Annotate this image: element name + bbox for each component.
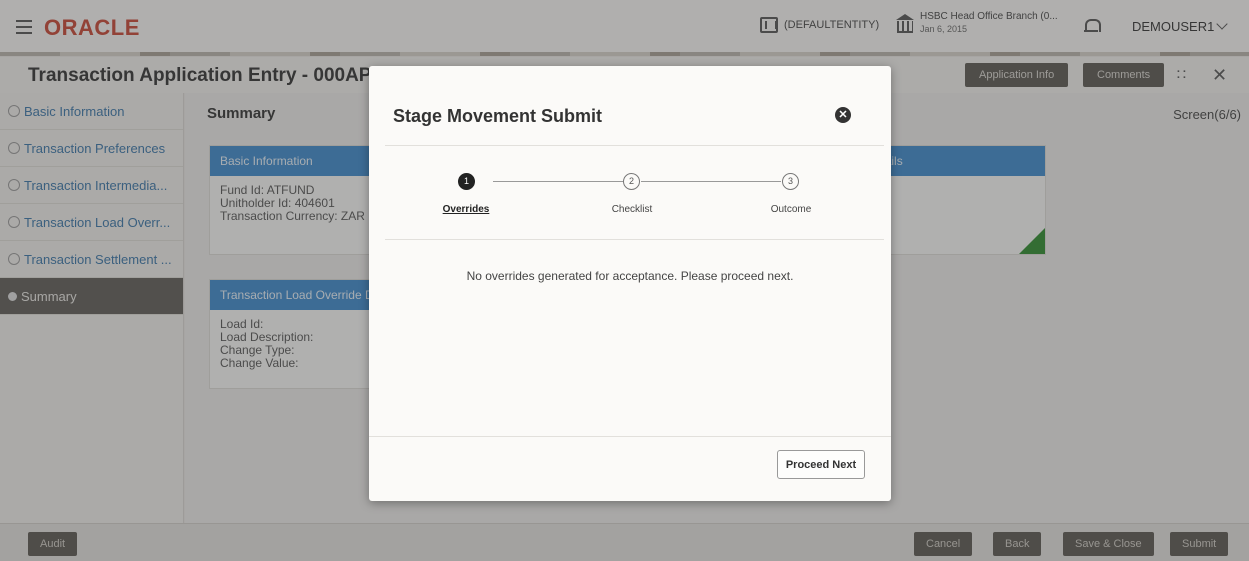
- stepper: 1 2 3 Overrides Checklist Outcome: [385, 145, 884, 240]
- modal-message: No overrides generated for acceptance. P…: [466, 269, 794, 283]
- modal-title: Stage Movement Submit: [393, 106, 603, 126]
- step-1-indicator[interactable]: 1: [458, 173, 475, 190]
- step-connector: [641, 181, 781, 182]
- step-label-overrides[interactable]: Overrides: [426, 204, 506, 215]
- step-3-indicator[interactable]: 3: [782, 173, 799, 190]
- modal-divider: [369, 436, 891, 437]
- step-label-checklist[interactable]: Checklist: [592, 204, 672, 215]
- close-circle-icon[interactable]: ✕: [835, 107, 851, 123]
- step-connector: [493, 181, 623, 182]
- step-2-indicator[interactable]: 2: [623, 173, 640, 190]
- stage-movement-modal: Stage Movement Submit ✕ 1 2 3 Overrides …: [369, 66, 891, 501]
- proceed-next-button[interactable]: Proceed Next: [777, 450, 865, 479]
- step-label-outcome[interactable]: Outcome: [751, 204, 831, 215]
